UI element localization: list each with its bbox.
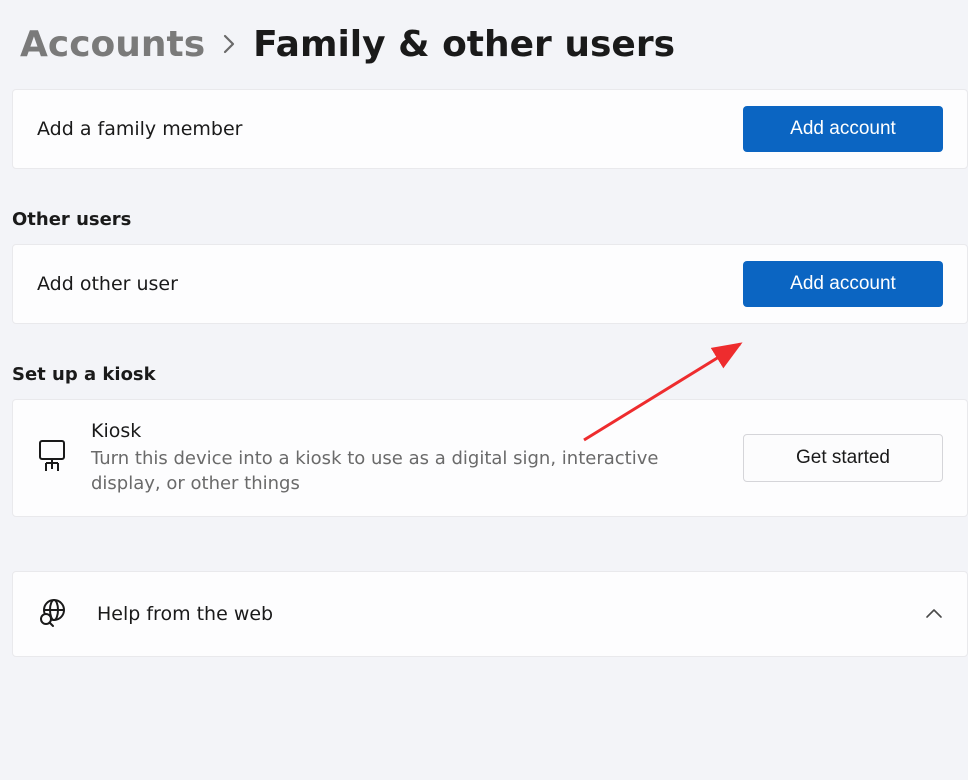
page-title: Family & other users xyxy=(253,24,675,65)
kiosk-get-started-button[interactable]: Get started xyxy=(743,434,943,482)
breadcrumb: Accounts Family & other users xyxy=(12,24,968,65)
kiosk-description: Turn this device into a kiosk to use as … xyxy=(91,446,719,496)
kiosk-title: Kiosk xyxy=(91,420,719,442)
add-other-user-label: Add other user xyxy=(37,273,178,295)
kiosk-icon xyxy=(37,439,67,477)
add-other-account-button[interactable]: Add account xyxy=(743,261,943,307)
breadcrumb-parent[interactable]: Accounts xyxy=(20,24,205,65)
globe-search-icon xyxy=(37,596,69,632)
kiosk-row: Kiosk Turn this device into a kiosk to u… xyxy=(12,399,968,517)
add-family-member-label: Add a family member xyxy=(37,118,242,140)
kiosk-heading: Set up a kiosk xyxy=(12,364,968,399)
other-users-heading: Other users xyxy=(12,209,968,244)
help-from-web-row[interactable]: Help from the web xyxy=(12,571,968,657)
chevron-up-icon xyxy=(925,605,943,624)
add-family-member-row: Add a family member Add account xyxy=(12,89,968,169)
help-label: Help from the web xyxy=(97,603,897,625)
add-other-user-row: Add other user Add account xyxy=(12,244,968,324)
add-family-account-button[interactable]: Add account xyxy=(743,106,943,152)
chevron-right-icon xyxy=(221,28,237,61)
